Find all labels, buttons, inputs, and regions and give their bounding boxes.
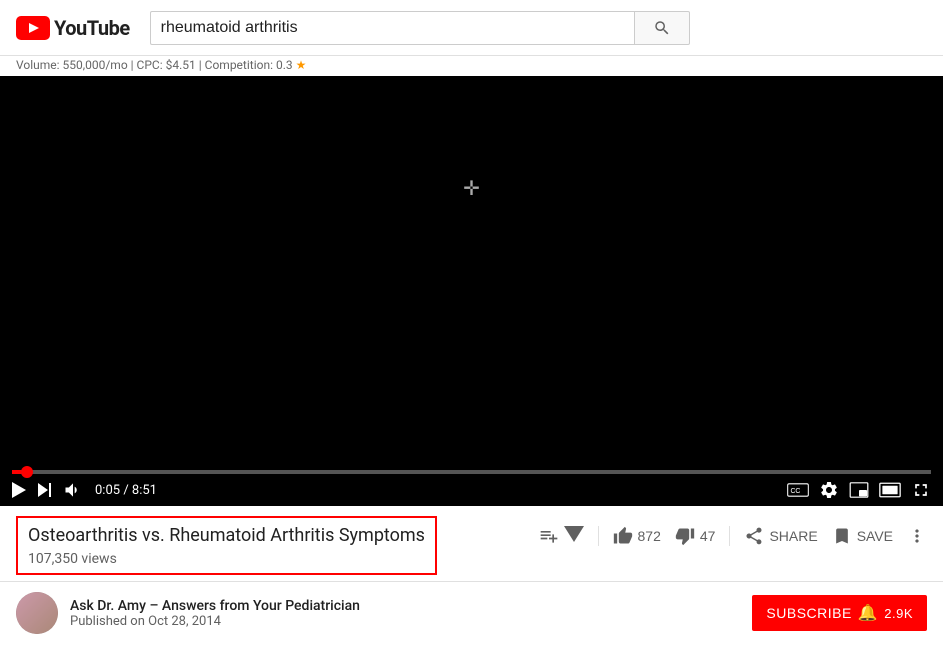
action-separator-1 <box>598 526 599 546</box>
settings-button[interactable] <box>819 480 839 500</box>
subscribe-label: SUBSCRIBE <box>766 605 851 621</box>
search-button[interactable] <box>634 11 690 45</box>
action-separator-2 <box>729 526 730 546</box>
video-title-row: Osteoarthritis vs. Rheumatoid Arthritis … <box>16 516 927 575</box>
search-bar <box>150 11 690 45</box>
subscriber-count: 2.9K <box>884 606 913 621</box>
share-label: SHARE <box>769 528 817 544</box>
video-controls: 0:05 / 8:51 CC <box>0 470 943 506</box>
fullscreen-icon <box>911 480 931 500</box>
keyword-stats: Volume: 550,000/mo | CPC: $4.51 | Compet… <box>16 58 293 72</box>
channel-section: Ask Dr. Amy – Answers from Your Pediatri… <box>0 582 943 644</box>
video-player[interactable]: ✛ 0:05 / <box>0 76 943 506</box>
save-icon <box>832 526 852 546</box>
crosshair: ✛ <box>463 176 480 200</box>
time-display: 0:05 / 8:51 <box>95 483 157 498</box>
share-icon <box>744 526 764 546</box>
view-count: 107,350 views <box>28 551 425 567</box>
video-actions: 872 47 SHARE SAVE <box>539 526 927 546</box>
youtube-logo[interactable]: YouTube <box>16 16 130 40</box>
miniplayer-icon <box>849 482 869 498</box>
theater-button[interactable] <box>879 482 901 498</box>
settings-icon <box>819 480 839 500</box>
time-current: 0:05 <box>95 483 120 498</box>
more-button[interactable] <box>907 526 927 546</box>
like-button[interactable]: 872 <box>613 526 661 546</box>
play-button[interactable] <box>12 482 26 498</box>
dislike-icon <box>675 526 695 546</box>
fullscreen-button[interactable] <box>911 480 931 500</box>
theater-icon <box>879 482 901 498</box>
svg-text:CC: CC <box>790 488 800 495</box>
channel-left: Ask Dr. Amy – Answers from Your Pediatri… <box>16 592 360 634</box>
star-icon: ★ <box>296 58 307 72</box>
controls-row: 0:05 / 8:51 CC <box>12 480 931 500</box>
channel-avatar <box>16 592 58 634</box>
channel-name[interactable]: Ask Dr. Amy – Answers from Your Pediatri… <box>70 598 360 614</box>
save-button[interactable]: SAVE <box>832 526 893 546</box>
video-info-section: Osteoarthritis vs. Rheumatoid Arthritis … <box>0 506 943 582</box>
like-icon <box>613 526 633 546</box>
play-icon <box>12 482 26 498</box>
more-icon <box>907 526 927 546</box>
next-button[interactable] <box>38 483 51 497</box>
controls-left: 0:05 / 8:51 <box>12 480 157 500</box>
youtube-logo-icon <box>16 16 50 40</box>
youtube-logo-text: YouTube <box>54 16 130 40</box>
volume-button[interactable] <box>63 480 83 500</box>
video-title: Osteoarthritis vs. Rheumatoid Arthritis … <box>28 524 425 547</box>
progress-dot <box>21 466 33 478</box>
save-label: SAVE <box>857 528 893 544</box>
channel-avatar-image <box>16 592 58 634</box>
miniplayer-button[interactable] <box>849 482 869 498</box>
subscribe-button[interactable]: SUBSCRIBE 🔔 2.9K <box>752 595 927 631</box>
cc-button[interactable]: CC <box>787 482 809 498</box>
bell-icon: 🔔 <box>858 603 878 623</box>
channel-published: Published on Oct 28, 2014 <box>70 614 360 629</box>
dislike-button[interactable]: 47 <box>675 526 716 546</box>
progress-bar[interactable] <box>12 470 931 474</box>
time-total: 8:51 <box>132 483 157 498</box>
video-title-box: Osteoarthritis vs. Rheumatoid Arthritis … <box>16 516 437 575</box>
volume-icon <box>63 480 83 500</box>
video-content: ✛ <box>0 76 943 506</box>
add-to-playlist-button[interactable] <box>539 526 584 546</box>
next-icon <box>38 483 51 497</box>
caret-icon <box>564 526 584 546</box>
dislike-count: 47 <box>700 528 716 544</box>
search-input[interactable] <box>150 11 634 45</box>
share-button[interactable]: SHARE <box>744 526 817 546</box>
header: YouTube <box>0 0 943 56</box>
playlist-add-icon <box>539 526 559 546</box>
time-separator: / <box>123 483 132 498</box>
like-count: 872 <box>638 528 661 544</box>
search-icon <box>653 19 671 37</box>
cc-icon: CC <box>787 482 809 498</box>
keyword-bar: Volume: 550,000/mo | CPC: $4.51 | Compet… <box>0 56 943 76</box>
controls-right: CC <box>787 480 931 500</box>
progress-fill <box>12 470 21 474</box>
channel-info: Ask Dr. Amy – Answers from Your Pediatri… <box>70 598 360 629</box>
